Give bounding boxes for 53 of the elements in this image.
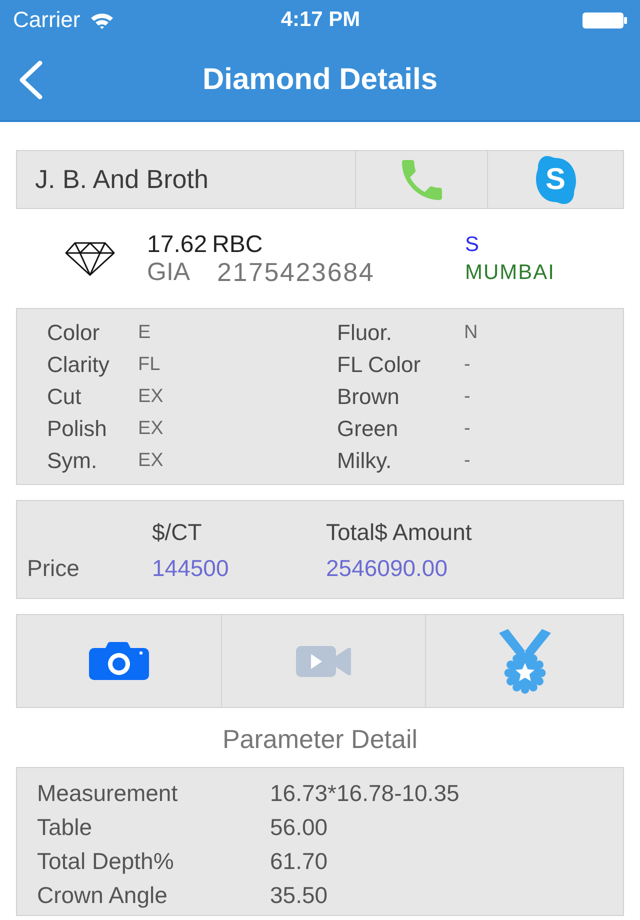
parameter-label: Total Depth% — [37, 848, 174, 874]
medal-icon — [498, 628, 552, 694]
attribute-label: Color — [47, 320, 100, 346]
attribute-value: - — [464, 418, 470, 440]
attribute-label: Clarity — [47, 352, 110, 378]
price-value: 2546090.00 — [326, 554, 448, 582]
skype-logo-icon — [536, 156, 576, 204]
wifi-icon — [90, 11, 114, 29]
clock-time: 4:17 PM — [280, 8, 360, 32]
attribute-label: Fluor. — [337, 320, 392, 346]
attribute-value: EX — [138, 418, 164, 440]
attribute-value: - — [464, 386, 470, 408]
screen-title: Diamond Details — [202, 63, 438, 97]
attribute-label: Sym. — [47, 448, 98, 474]
report-number: 2175423684 — [217, 257, 375, 288]
price-label: Price — [27, 554, 80, 582]
parameter-value: 35.50 — [270, 882, 328, 908]
phone-icon — [402, 158, 442, 202]
parameter-label: Table — [37, 814, 92, 840]
seller-name: J. B. And Broth — [35, 164, 208, 195]
back-chevron-icon — [18, 60, 44, 100]
lab-name: GIA — [147, 258, 192, 287]
price-column-heading: $/CT — [152, 518, 202, 546]
diamond-icon — [65, 242, 115, 276]
attribute-value: - — [464, 354, 470, 376]
attribute-label: Milky. — [337, 448, 392, 474]
battery-icon — [582, 12, 628, 28]
camera-icon — [89, 642, 149, 680]
attribute-value: N — [464, 322, 478, 344]
attribute-label: Green — [337, 416, 398, 442]
attribute-label: Polish — [47, 416, 107, 442]
carrier-name: Carrier — [13, 7, 80, 33]
parameter-value: 56.00 — [270, 814, 328, 840]
shape-code: RBC — [212, 230, 263, 258]
attribute-value: - — [464, 450, 470, 472]
attribute-value: FL — [138, 354, 160, 376]
parameter-value: 61.70 — [270, 848, 328, 874]
parameter-label: Measurement — [37, 780, 178, 806]
location-name: MUMBAI — [465, 260, 555, 286]
section-title: Parameter Detail — [222, 723, 418, 755]
attribute-label: FL Color — [337, 352, 421, 378]
price-value: 144500 — [152, 554, 229, 582]
attribute-value: EX — [138, 386, 164, 408]
status-code: S — [465, 232, 480, 258]
parameter-value: 16.73*16.78-10.35 — [270, 780, 460, 806]
attribute-label: Cut — [47, 384, 82, 410]
price-column-heading: Total$ Amount — [326, 518, 472, 546]
attribute-label: Brown — [337, 384, 400, 410]
attribute-value: E — [138, 322, 151, 344]
carat-weight: 17.62 — [147, 230, 208, 258]
attribute-value: EX — [138, 450, 164, 472]
parameter-label: Crown Angle — [37, 882, 168, 908]
video-camera-icon — [296, 646, 351, 676]
